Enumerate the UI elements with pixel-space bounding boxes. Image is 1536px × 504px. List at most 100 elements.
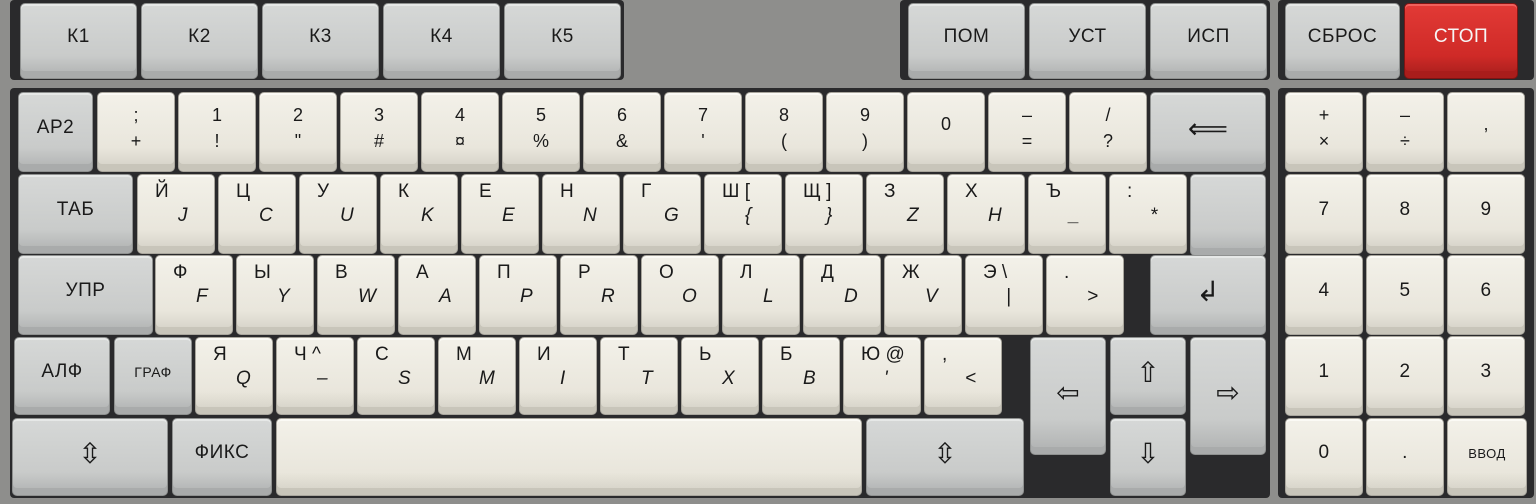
left-arrow-key[interactable]: ⇦ xyxy=(1030,337,1106,455)
letter-key[interactable]: НN xyxy=(542,174,620,254)
number-row-key[interactable]: 7 ' xyxy=(664,92,742,172)
letter-key[interactable]: СS xyxy=(357,337,435,415)
system-key-3[interactable]: ИСП xyxy=(1150,3,1267,79)
numpad-key[interactable]: 7 xyxy=(1285,174,1363,254)
tab-key[interactable]: ТАБ xyxy=(18,174,133,254)
numpad-zero-key[interactable]: 0 xyxy=(1285,418,1363,496)
enter-key-bottom[interactable]: ↲ xyxy=(1150,255,1266,335)
numpad-operator-key[interactable]: , xyxy=(1447,92,1525,172)
number-row-key[interactable]: /? xyxy=(1069,92,1147,172)
number-row-key[interactable]: – = xyxy=(988,92,1066,172)
numpad-key[interactable]: 8 xyxy=(1366,174,1444,254)
key-legend: Щ ]} xyxy=(786,175,862,253)
letter-key[interactable]: ЦC xyxy=(218,174,296,254)
number-row-key[interactable]: 5% xyxy=(502,92,580,172)
key-label: СТОП xyxy=(1433,26,1489,47)
number-row-key[interactable]: 6 & xyxy=(583,92,661,172)
numpad-key[interactable]: 3 xyxy=(1447,336,1525,416)
numpad-key[interactable]: 6 xyxy=(1447,255,1525,335)
number-row-key[interactable]: 8( xyxy=(745,92,823,172)
letter-key[interactable]: РR xyxy=(560,255,638,335)
key-legend-latin: I xyxy=(560,368,566,389)
letter-key[interactable]: Ъ _ xyxy=(1028,174,1106,254)
letter-key[interactable]: : * xyxy=(1109,174,1187,254)
fix-key[interactable]: ФИКС xyxy=(172,418,272,496)
key-legend-latin: _ xyxy=(1069,205,1080,226)
letter-key[interactable]: ДD xyxy=(803,255,881,335)
numpad-key[interactable]: 4 xyxy=(1285,255,1363,335)
letter-key[interactable]: ЙJ xyxy=(137,174,215,254)
alf-key[interactable]: АЛФ xyxy=(14,337,110,415)
right-shift-key[interactable]: ⇳ xyxy=(866,418,1024,496)
letter-key[interactable]: , < xyxy=(924,337,1002,415)
space-bar[interactable] xyxy=(276,418,862,496)
numpad-operator-key[interactable]: + × xyxy=(1285,92,1363,172)
number-row-key[interactable]: 4 ¤ xyxy=(421,92,499,172)
key-legend-latin: O xyxy=(682,286,697,307)
function-key-1[interactable]: К1 xyxy=(20,3,137,79)
letter-key[interactable]: ХH xyxy=(947,174,1025,254)
letter-key[interactable]: Ч ^ – xyxy=(276,337,354,415)
key-legend: Э \ | xyxy=(966,256,1042,334)
control-key[interactable]: УПР xyxy=(18,255,153,335)
system-key-2[interactable]: УСТ xyxy=(1029,3,1146,79)
letter-key[interactable]: ЕE xyxy=(461,174,539,254)
numpad-key[interactable]: 5 xyxy=(1366,255,1444,335)
function-key-4[interactable]: К4 xyxy=(383,3,500,79)
letter-key[interactable]: ЗZ xyxy=(866,174,944,254)
key-legend-cyrillic: Ц xyxy=(236,181,251,202)
function-key-2[interactable]: К2 xyxy=(141,3,258,79)
letter-key[interactable]: ЯQ xyxy=(195,337,273,415)
graf-key[interactable]: ГРАФ xyxy=(114,337,192,415)
key-legend-bottom: # xyxy=(373,131,384,151)
numpad-key[interactable]: 2 xyxy=(1366,336,1444,416)
number-row-key[interactable]: ; + xyxy=(97,92,175,172)
letter-key[interactable]: ЛL xyxy=(722,255,800,335)
letter-key[interactable]: ЫY xyxy=(236,255,314,335)
letter-key[interactable]: Ю @ ' xyxy=(843,337,921,415)
key-legend-latin: Y xyxy=(277,286,290,307)
letter-key[interactable]: ИI xyxy=(519,337,597,415)
number-row-key[interactable]: 2 " xyxy=(259,92,337,172)
letter-key[interactable]: ВW xyxy=(317,255,395,335)
letter-key[interactable]: Щ ]} xyxy=(785,174,863,254)
up-arrow-key[interactable]: ⇧ xyxy=(1110,337,1186,415)
numpad-dot-key[interactable]: . xyxy=(1366,418,1444,496)
letter-key[interactable]: МM xyxy=(438,337,516,415)
number-row-key[interactable]: 1! xyxy=(178,92,256,172)
letter-key[interactable]: ЬX xyxy=(681,337,759,415)
ar2-key[interactable]: АР2 xyxy=(18,92,93,172)
down-arrow-key[interactable]: ⇩ xyxy=(1110,418,1186,496)
backspace-key[interactable]: ⟸ xyxy=(1150,92,1266,172)
numpad-key[interactable]: 1 xyxy=(1285,336,1363,416)
letter-key[interactable]: БB xyxy=(762,337,840,415)
letter-key[interactable]: Э \ | xyxy=(965,255,1043,335)
letter-key[interactable]: ГG xyxy=(623,174,701,254)
number-row-key[interactable]: 0 xyxy=(907,92,985,172)
letter-key[interactable]: АA xyxy=(398,255,476,335)
stop-button[interactable]: СТОП xyxy=(1404,3,1518,79)
function-key-5[interactable]: К5 xyxy=(504,3,621,79)
enter-key[interactable] xyxy=(1190,174,1266,256)
system-key-1[interactable]: ПОМ xyxy=(908,3,1025,79)
function-key-3[interactable]: К3 xyxy=(262,3,379,79)
letter-key[interactable]: УU xyxy=(299,174,377,254)
numpad-enter-key[interactable]: ВВОД xyxy=(1447,418,1527,496)
letter-key[interactable]: . > xyxy=(1046,255,1124,335)
letter-key[interactable]: ЖV xyxy=(884,255,962,335)
key-legend-latin: { xyxy=(745,205,752,226)
key-label: ИСП xyxy=(1187,26,1230,47)
numpad-key[interactable]: 9 xyxy=(1447,174,1525,254)
left-shift-key[interactable]: ⇳ xyxy=(12,418,168,496)
letter-key[interactable]: ТT xyxy=(600,337,678,415)
reset-button[interactable]: СБРОС xyxy=(1285,3,1400,79)
number-row-key[interactable]: 3 # xyxy=(340,92,418,172)
letter-key[interactable]: ФF xyxy=(155,255,233,335)
letter-key[interactable]: Ш [{ xyxy=(704,174,782,254)
numpad-operator-key[interactable]: – ÷ xyxy=(1366,92,1444,172)
letter-key[interactable]: ПP xyxy=(479,255,557,335)
number-row-key[interactable]: 9) xyxy=(826,92,904,172)
letter-key[interactable]: ОO xyxy=(641,255,719,335)
letter-key[interactable]: КK xyxy=(380,174,458,254)
right-arrow-key[interactable]: ⇨ xyxy=(1190,337,1266,455)
